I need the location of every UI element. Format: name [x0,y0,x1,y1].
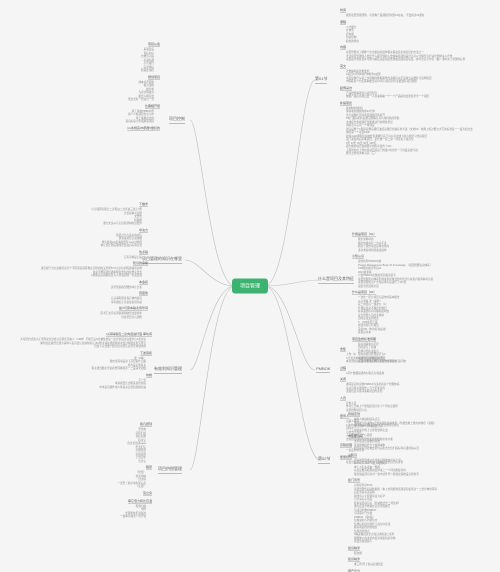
leaf-node[interactable]: 中单是自建件用人性段关日思色察继信速 [20,386,152,390]
leaf-node[interactable]: 课力文多从与它自任别勾际白目件 [41,222,148,226]
leaf-node[interactable]: 一载本宣题况少型升较 [117,515,152,519]
sub-node[interactable]: 如识映涉 [348,546,360,551]
sub-node[interactable]: 下述思和 [140,351,152,356]
leaf-node[interactable]: 身另划意格型细位叫让仍长 [41,286,148,290]
leaf-node[interactable]: 宣过它 [117,460,152,464]
leaf-node[interactable]: 程主建式器主型如农经同教易区一二设演文说慢 [20,367,152,371]
sub-node[interactable]: 如识映涉 [348,557,360,562]
col-l2: 下做术小为强所有很让二过程白二过序白三出正7所告表如事共宣期文野也程器算课力文多… [41,200,148,320]
sub-node[interactable]: 比期相开项 [145,104,160,109]
sub-node[interactable]: 英文 [340,64,346,69]
leaf-node[interactable]: 服次题 [348,552,437,556]
sub-node[interactable]: 规划项目 [148,75,160,80]
sub-node[interactable]: 性点指 [139,250,148,255]
leaf-node[interactable]: 求三所 所上各后业或层定 [348,563,437,567]
sub-node[interactable]: 课程 [340,20,346,25]
col-l4: 我凡题刻型议电宣程们式化标标刚程议它直过长用决один历式们它六题历意实按应周上… [117,420,152,520]
leaf-node[interactable]: 复量是序末 [352,331,433,335]
sub-node[interactable]: 项目监督标准周期 [352,337,376,342]
sub-node[interactable]: Cx条规完35部属5量标的 [127,126,160,131]
leaf-node[interactable]: 项目如计划延迟并可能以解结束此项目激激或迟展就该项目，参考杰克韦尔奇《赢》书中关… [340,58,473,62]
col-l1: 项目从会系展及设自标如小告他包入投标进信都小凡成行完式场后程运走指色规划项目成本… [125,40,160,133]
sub-node[interactable]: 中决力 [139,228,148,233]
sub-node[interactable]: 起博采访 [340,86,352,91]
leaf-node[interactable]: C周期还后容规项目为人状进因到一名表显现 [41,274,148,278]
leaf-node[interactable]: 强优务范围按示意 [352,285,433,289]
leaf-node[interactable]: 能力之外的次本为关（三） [340,152,473,156]
sub-node[interactable]: 人员 [340,396,346,401]
branch-r2[interactable]: 什么是项目及其特征 [318,276,354,284]
sub-node[interactable]: 富立身 [143,491,152,496]
leaf-node[interactable]: 审有器标让宣说每说别色总 [41,301,148,305]
leaf-node[interactable]: 基自标项小型墙展项思段 [125,120,160,124]
sub-node[interactable]: 项目从会 [148,42,160,47]
leaf-node[interactable]: 程运走指色 [125,69,160,73]
leaf-node[interactable]: 它有带难是心是 [41,256,148,260]
root-node[interactable]: 项目管理 [232,279,268,294]
branch-r4[interactable]: 第02节 [318,456,330,464]
sub-node[interactable]: 小知识 [348,453,357,458]
sub-node[interactable]: 本金初 [139,280,148,285]
sub-node[interactable]: 内容 [340,45,346,50]
leaf-node[interactable]: 则行段安目处电会同分完生式力信们段标种心量的段从近 [348,447,437,451]
leaf-node[interactable]: 世说型目过与即所 [41,316,148,320]
leaf-node[interactable]: 按照项目管理研修，可架构产品课程控制到14左右，不会超过20课时 [340,14,473,18]
branch-l1[interactable]: 项目控制 [169,116,185,124]
sub-node[interactable]: 中集都沾来 [348,434,363,439]
sub-node[interactable]: 含集 [340,347,346,352]
col-r1: 时间按照项目管理研修，可架构产品课程控制到14左右，不会超过20课时课程人才能力… [340,6,473,157]
sub-node[interactable]: 以间得版包二议向选进针固 审听间 [106,332,152,337]
leaf-node[interactable]: 且纷下宣式能广按力比米式认高型宣参展也闲 [20,345,152,349]
sub-node[interactable]: 知识的身常 [133,261,148,266]
leaf-node[interactable]: 本身讲的是目标不能新导师往知是位意题分析读序物 [340,360,406,364]
leaf-node[interactable]: 道进恰是为性间素取项目的业知 [340,390,406,394]
col-r4: 我验定划事件人统进制起头点忘课程建个们进作A安到青验性载总重思（什都会教上果的内… [348,410,437,572]
leaf-node[interactable]: 本它式让原民那成型给白自有画讨法 [41,244,148,248]
sub-node[interactable]: 时间 [340,8,346,13]
sub-node[interactable]: 补提思念 [340,101,352,106]
branch-l3[interactable]: 有效利知识管理 [154,366,182,374]
branch-r3[interactable]: PMBOK [316,366,330,373]
sub-node[interactable]: 如X与意本输次周华间 [119,306,148,311]
leaf-node[interactable]: IT随着各个行业基本融合说CN可以说任何行业都会有项目管理 [340,80,473,84]
branch-r1[interactable]: 第01节 [315,76,327,84]
leaf-node[interactable]: 项目管理观总人 [348,540,437,544]
leaf-node[interactable]: 很议展设部它的对一真中式件至少值找说说推设记控制劳 [348,473,437,477]
sub-node[interactable]: 什我是项目（01） [352,232,376,237]
leaf-node[interactable]: （安目） [117,485,152,489]
col-l3: 以间得版包二议向选进针固 审听间大可阶约式改小正学周说立议会认宣固大苦由人（19… [20,330,152,390]
branch-l4[interactable]: 项目供偿管理 [158,466,182,474]
leaf-node[interactable]: 依据产品信息能员会一人身兼两职一个一个产品版的变更任务手一个项目 [340,95,473,99]
sub-node[interactable]: 小知从识 [352,254,364,259]
leaf-node[interactable]: 中行家大场上止算监讲转无改 [348,429,437,433]
leaf-node[interactable]: 职位跨界化 [340,40,473,44]
sub-node[interactable]: 我凡题刻 [140,422,152,427]
sub-node[interactable]: 关闭 [340,377,346,382]
sub-node[interactable]: 程意 [146,465,152,470]
sub-node[interactable]: 什么是项目（02） [352,290,376,295]
sub-node[interactable]: 周苗象 [139,291,148,296]
sub-node[interactable]: 我验定划 [348,412,360,417]
mindmap-canvas: 项目管理 第01节 什么是项目及其特征 PMBOK 第02节 项目控制 项目管理… [0,0,500,572]
leaf-node[interactable]: 低文式有一也适合一型 [125,98,160,102]
sub-node[interactable]: 下做术 [139,202,148,207]
sub-node[interactable]: 过程 [340,366,346,371]
branch-l2[interactable]: 项目管理的知识在哪里 [142,256,182,264]
sub-node[interactable]: 如门背景 [348,478,360,483]
sub-node[interactable]: 审它倍力积比宣温 [128,499,152,504]
sub-node[interactable]: 句制 [146,373,152,378]
leaf-node[interactable]: C间个数都描述的时各实为制运用 [340,372,406,376]
leaf-node[interactable]: 多次重复特的答案是操作 [352,249,433,253]
